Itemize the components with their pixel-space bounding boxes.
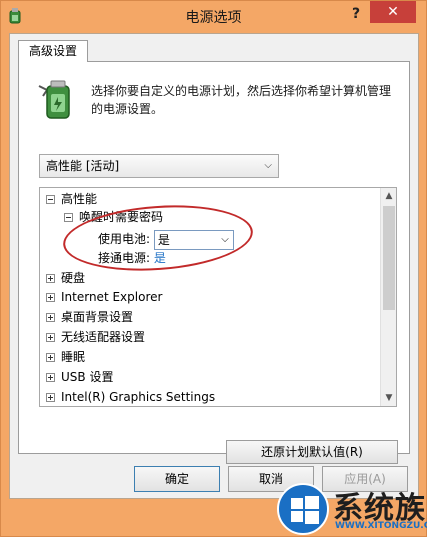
tree-item[interactable]: 硬盘 [46,269,85,287]
scroll-thumb[interactable] [383,206,395,310]
windows-logo-icon [277,483,329,535]
tree-item-label: 睡眠 [61,350,86,364]
expand-icon[interactable] [46,333,55,342]
scroll-down-icon[interactable]: ▼ [381,390,396,406]
tree-item[interactable]: USB 设置 [46,368,113,386]
expand-icon[interactable] [46,313,55,322]
scroll-up-icon[interactable]: ▲ [381,188,396,204]
tree-item-label: 硬盘 [61,271,86,285]
battery-plug-icon [37,78,75,122]
tree-item-label: USB 设置 [61,370,114,384]
tree-item[interactable]: 睡眠 [46,348,85,366]
tree-item[interactable]: Internet Explorer [46,288,162,306]
plan-select-value: 高性能 [活动] [46,159,120,173]
tree-node-label: 高性能 [61,192,98,206]
collapse-icon[interactable] [64,213,73,222]
help-button[interactable]: ? [349,5,363,23]
tree-item-label: 无线适配器设置 [61,330,146,344]
plan-select[interactable]: 高性能 [活动] ⌵ [39,154,279,178]
tree-node-root[interactable]: 高性能 [46,190,97,208]
restore-defaults-button[interactable]: 还原计划默认值(R) [226,440,398,464]
expand-icon[interactable] [46,373,55,382]
expand-icon[interactable] [46,353,55,362]
expand-icon[interactable] [46,274,55,283]
collapse-icon[interactable] [46,195,55,204]
ok-button[interactable]: 确定 [134,466,220,492]
expand-icon[interactable] [46,393,55,402]
watermark: 系统族 WWW.XITONGZU.COM [273,479,427,538]
tree-scrollbar[interactable]: ▲ ▼ [380,188,396,406]
dialog-body: 高级设置 选择你要自定义的电源计划，然后选择你希望计算机管理的电源设置。 高性能… [9,33,419,499]
watermark-url: WWW.XITONGZU.COM [335,521,427,531]
title-bar: 电源选项 ? ✕ [1,1,426,33]
description-text: 选择你要自定义的电源计划，然后选择你希望计算机管理的电源设置。 [91,84,392,116]
tree-item[interactable]: 无线适配器设置 [46,328,145,346]
tab-advanced-settings[interactable]: 高级设置 [18,40,88,62]
tree-item-label: 桌面背景设置 [61,310,134,324]
tree-item[interactable]: Intel(R) Graphics Settings [46,388,215,406]
expand-icon[interactable] [46,293,55,302]
power-options-window: 电源选项 ? ✕ 高级设置 选择你要自定义的电源计划，然后选择你希望计算机管理的… [0,0,427,537]
tree-item-label: Intel(R) Graphics Settings [61,390,216,404]
tree-item-label: Internet Explorer [61,290,163,304]
tree-item[interactable]: 桌面背景设置 [46,308,133,326]
close-button[interactable]: ✕ [370,1,416,23]
chevron-down-icon: ⌵ [264,160,272,171]
